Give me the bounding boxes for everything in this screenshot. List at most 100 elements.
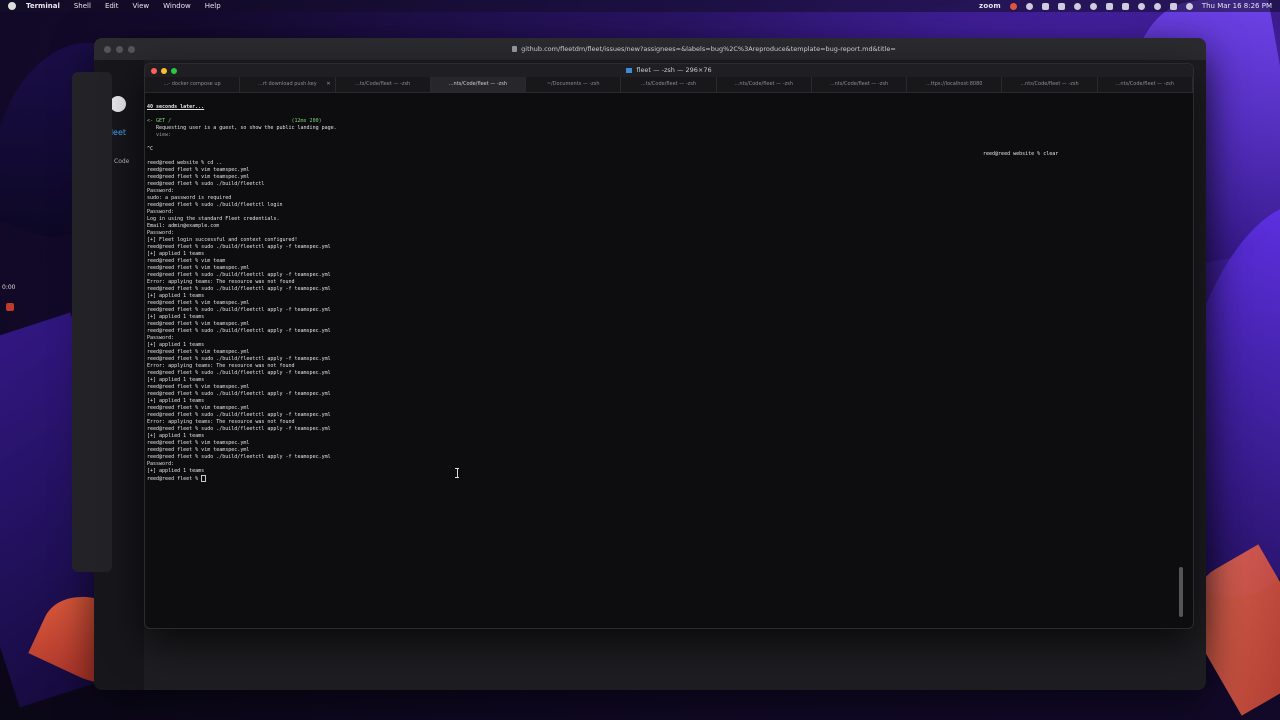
scrollbar-thumb[interactable]	[1179, 567, 1183, 617]
lock-icon	[512, 46, 518, 52]
terminal-line: reed@reed fleet % sudo ./build/fleetctl …	[147, 356, 331, 362]
window-close-button[interactable]	[104, 45, 111, 53]
terminal-line: [+] applied 1 teams	[147, 398, 205, 404]
terminal-tab[interactable]: ...nts/Code/fleet — -zsh	[812, 77, 908, 92]
background-window	[72, 72, 112, 572]
terminal-tab[interactable]: ~/Documents — -zsh	[526, 77, 622, 92]
terminal-title: fleet — -zsh — 296×76	[145, 64, 1193, 77]
terminal-line: reed@reed fleet % vim teamspec.yml	[147, 300, 250, 306]
terminal-line: reed@reed fleet % vim teamspec.yml	[147, 405, 250, 411]
menu-shell[interactable]: Shell	[74, 2, 91, 10]
menu-bar: Terminal Shell Edit View Window Help zoo…	[0, 0, 1280, 12]
terminal-line: reed@reed fleet % vim teamspec.yml	[147, 265, 250, 271]
terminal-prompt-line: reed@reed fleet %	[147, 475, 667, 482]
menu-help[interactable]: Help	[205, 2, 221, 10]
close-tab-icon[interactable]: ✕	[326, 77, 330, 92]
terminal-tab[interactable]: ...nts/Code/fleet — -zsh	[717, 77, 812, 92]
terminal-line: reed@reed fleet % sudo ./build/fleetctl …	[147, 426, 331, 432]
url-text: github.com/fleetdm/fleet/issues/new?assi…	[521, 45, 896, 53]
terminal-line: [+] applied 1 teams	[147, 468, 205, 474]
terminal-line: [+] applied 1 teams	[147, 251, 205, 257]
search-icon[interactable]	[1153, 2, 1161, 10]
terminal-line: Password:	[147, 461, 175, 467]
terminal-line: ^C	[147, 146, 154, 152]
terminal-line: Error: applying teams: The resource was …	[147, 279, 295, 285]
terminal-tab[interactable]: ...- docker compose up	[145, 77, 241, 92]
text-cursor-icon	[455, 468, 459, 478]
extension-icon[interactable]	[1057, 2, 1065, 10]
terminal-line: Error: applying teams: The resource was …	[147, 419, 295, 425]
terminal-line: reed@reed fleet % sudo ./build/fleetctl …	[147, 307, 331, 313]
terminal-line: reed@reed fleet % vim teamspec.yml	[147, 349, 250, 355]
terminal-tab[interactable]: ...nts/Code/fleet — -zsh	[1098, 77, 1193, 92]
zoom-status-item[interactable]: zoom	[979, 2, 1001, 10]
menu-app-name[interactable]: Terminal	[26, 2, 60, 10]
terminal-tab-active[interactable]: ...nts/Code/fleet — -zsh	[430, 77, 527, 92]
terminal-line: reed@reed fleet % sudo ./build/fleetctl …	[147, 454, 331, 460]
terminal-line: reed@reed fleet % vim teamspec.yml	[147, 167, 250, 173]
battery-icon[interactable]	[1121, 2, 1129, 10]
split-pane-prompt: reed@reed website % clear	[983, 151, 1059, 157]
terminal-line: [+] applied 1 teams	[147, 377, 205, 383]
terminal-line: reed@reed fleet % sudo ./build/fleetctl …	[147, 412, 331, 418]
terminal-line: reed@reed fleet % sudo ./build/fleetctl …	[147, 286, 331, 292]
address-bar[interactable]: github.com/fleetdm/fleet/issues/new?assi…	[424, 43, 984, 55]
terminal-line: Password:	[147, 335, 175, 341]
terminal-line: Email: admin@example.com	[147, 223, 220, 229]
folder-icon	[626, 67, 633, 73]
apple-menu-icon[interactable]	[8, 2, 16, 10]
terminal-tab[interactable]: ...ts/Code/fleet — -zsh	[336, 77, 431, 92]
terminal-line: reed@reed fleet % sudo ./build/fleetctl …	[147, 328, 331, 334]
terminal-line: Password:	[147, 230, 175, 236]
status-area: zoom Thu Mar 16 8:26 PM	[979, 2, 1272, 10]
siri-icon[interactable]	[1185, 2, 1193, 10]
terminal-line: reed@reed fleet % vim teamspec.yml	[147, 174, 250, 180]
menu-edit[interactable]: Edit	[105, 2, 119, 10]
terminal-window: fleet — -zsh — 296×76 ...- docker compos…	[144, 63, 1194, 629]
terminal-line: [+] applied 1 teams	[147, 342, 205, 348]
control-center-icon[interactable]	[1169, 2, 1177, 10]
terminal-titlebar: fleet — -zsh — 296×76	[145, 64, 1193, 77]
dropbox-icon[interactable]	[1041, 2, 1049, 10]
settings-icon[interactable]	[1073, 2, 1081, 10]
code-tab[interactable]: Code	[114, 158, 129, 165]
terminal-line: reed@reed fleet % vim teamspec.yml	[147, 440, 250, 446]
record-indicator-icon[interactable]	[1009, 2, 1017, 10]
terminal-tab[interactable]: ...nts/Code/fleet — -zsh	[1002, 77, 1098, 92]
terminal-line: reed@reed website % cd ..	[147, 160, 223, 166]
terminal-line: reed@reed fleet % sudo ./build/fleetctl …	[147, 370, 331, 376]
terminal-line: <- GET / (12ms 200)	[147, 118, 322, 124]
clock[interactable]: Thu Mar 16 8:26 PM	[1202, 2, 1272, 10]
terminal-line: reed@reed fleet % vim team	[147, 258, 226, 264]
stop-recording-icon[interactable]	[6, 303, 14, 311]
window-minimize-button[interactable]	[116, 45, 123, 53]
menu-window[interactable]: Window	[163, 2, 191, 10]
terminal-line: [+] applied 1 teams	[147, 433, 205, 439]
terminal-line: 40 seconds later...	[147, 104, 205, 110]
terminal-lines: 40 seconds later... <- GET / (12ms 200) R…	[147, 104, 667, 482]
terminal-line: Log in using the standard Fleet credenti…	[147, 216, 280, 222]
github-logo-icon[interactable]	[110, 96, 126, 112]
terminal-tab[interactable]: ...ts/Code/fleet — -zsh	[621, 77, 717, 92]
menu-view[interactable]: View	[133, 2, 150, 10]
terminal-tab-bar: ...- docker compose up ...rt download pu…	[145, 77, 1193, 93]
keyboard-icon[interactable]	[1105, 2, 1113, 10]
terminal-line: [+] applied 1 teams	[147, 314, 205, 320]
window-zoom-button[interactable]	[128, 45, 135, 53]
terminal-tab[interactable]: ...ttps://localhost:8080	[907, 77, 1003, 92]
screen-record-icon[interactable]	[1025, 2, 1033, 10]
info-icon[interactable]	[1089, 2, 1097, 10]
wifi-icon[interactable]	[1137, 2, 1145, 10]
terminal-output[interactable]: 40 seconds later... <- GET / (12ms 200) R…	[145, 93, 1185, 628]
terminal-scrollbar[interactable]	[1179, 95, 1183, 625]
terminal-line: Error: applying teams: The resource was …	[147, 363, 295, 369]
terminal-tab[interactable]: ...rt download push.key ✕	[240, 77, 336, 92]
terminal-line: reed@reed fleet % sudo ./build/fleetctl …	[147, 272, 331, 278]
terminal-line: reed@reed fleet % vim teamspec.yml	[147, 447, 250, 453]
terminal-line: reed@reed fleet % sudo ./build/fleetctl …	[147, 202, 283, 208]
terminal-line: sudo: a password is required	[147, 195, 232, 201]
terminal-line: reed@reed fleet % vim teamspec.yml	[147, 384, 250, 390]
